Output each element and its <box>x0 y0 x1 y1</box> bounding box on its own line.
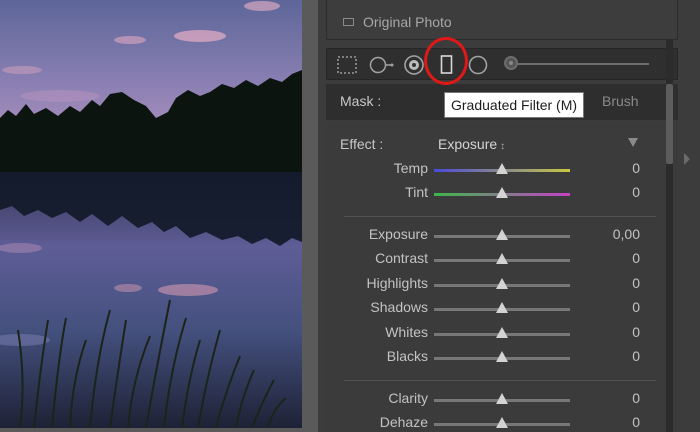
slider-label: Exposure <box>368 226 428 242</box>
divider <box>344 380 656 381</box>
lake-scene-image <box>0 0 302 428</box>
slider-row-contrast: Contrast 0 <box>326 250 678 272</box>
slider-value[interactable]: 0 <box>632 348 640 364</box>
original-photo-row[interactable]: Original Photo <box>326 0 678 40</box>
slider-thumb[interactable] <box>496 393 508 404</box>
slider-thumb[interactable] <box>496 163 508 174</box>
slider-label: Contrast <box>375 250 428 267</box>
slider-thumb[interactable] <box>496 417 508 428</box>
slider-value[interactable]: 0 <box>632 414 640 430</box>
slider-thumb[interactable] <box>496 326 508 338</box>
original-photo-label: Original Photo <box>363 14 452 30</box>
scrollbar-thumb[interactable] <box>666 84 673 164</box>
slider-value[interactable]: 0 <box>632 299 640 315</box>
photo-canvas-area <box>0 0 318 432</box>
panel-collapse-icon[interactable] <box>628 138 638 147</box>
panel-expand-arrow-icon[interactable] <box>684 153 690 165</box>
updown-icon: ↕ <box>500 141 506 152</box>
slider-row-shadows: Shadows 0 <box>326 299 678 321</box>
brush-size-knob[interactable] <box>504 56 518 70</box>
lake-photo[interactable] <box>0 0 302 428</box>
divider <box>344 216 656 217</box>
slider-thumb[interactable] <box>496 253 508 265</box>
radial-filter-icon[interactable] <box>467 54 489 81</box>
slider-thumb[interactable] <box>496 187 508 198</box>
slider-label: Whites <box>385 323 428 340</box>
slider-row-exposure: Exposure 0,00 <box>326 226 678 248</box>
slider-value[interactable]: 0 <box>632 184 640 200</box>
slider-row-temp: Temp 0 <box>326 160 678 182</box>
slider-label: Clarity <box>388 390 428 406</box>
slider-value[interactable]: 0 <box>632 275 640 291</box>
slider-thumb[interactable] <box>496 351 508 362</box>
slider-label: Dehaze <box>379 414 428 430</box>
range-mask-icon[interactable] <box>337 56 357 79</box>
slider-value[interactable]: 0 <box>632 390 640 406</box>
slider-label: Temp <box>393 160 428 176</box>
slider-value[interactable]: 0 <box>632 250 640 266</box>
slider-label: Shadows <box>370 299 428 316</box>
slider-label: Highlights <box>366 274 428 291</box>
slider-value[interactable]: 0 <box>632 160 640 176</box>
slider-row-blacks: Blacks 0 <box>326 348 678 370</box>
original-photo-checkbox[interactable] <box>343 18 354 26</box>
effect-preset-value: Exposure <box>438 136 498 152</box>
local-adjustment-toolstrip <box>326 48 678 80</box>
brush-size-track[interactable] <box>513 63 649 65</box>
slider-label: Blacks <box>386 348 428 364</box>
effect-label: Effect : <box>340 136 384 152</box>
effect-adjustments: Effect : Exposure ↕ Temp 0 Tint 0 Exposure 0,… <box>326 122 678 432</box>
slider-row-whites: Whites 0 <box>326 324 678 346</box>
slider-row-dehaze: Dehaze 0 <box>326 414 678 432</box>
graduated-filter-icon[interactable] <box>440 54 454 81</box>
slider-row-highlights: Highlights 0 <box>326 275 678 297</box>
slider-thumb[interactable] <box>496 229 508 240</box>
slider-value[interactable]: 0,00 <box>613 226 640 242</box>
red-eye-icon[interactable] <box>403 54 425 81</box>
slider-thumb[interactable] <box>496 277 508 289</box>
effect-preset-select[interactable]: Exposure ↕ <box>438 136 505 152</box>
slider-value[interactable]: 0 <box>632 324 640 340</box>
graduated-filter-tooltip: Graduated Filter (M) <box>444 92 585 118</box>
slider-label: Tint <box>405 184 428 200</box>
slider-row-clarity: Clarity 0 <box>326 390 678 412</box>
slider-thumb[interactable] <box>496 302 508 314</box>
spot-removal-icon[interactable] <box>369 55 395 80</box>
brush-tab[interactable]: Brush <box>602 93 639 109</box>
panel-scrollbar[interactable] <box>666 40 673 432</box>
slider-row-tint: Tint 0 <box>326 184 678 206</box>
mask-label: Mask : <box>340 93 382 109</box>
